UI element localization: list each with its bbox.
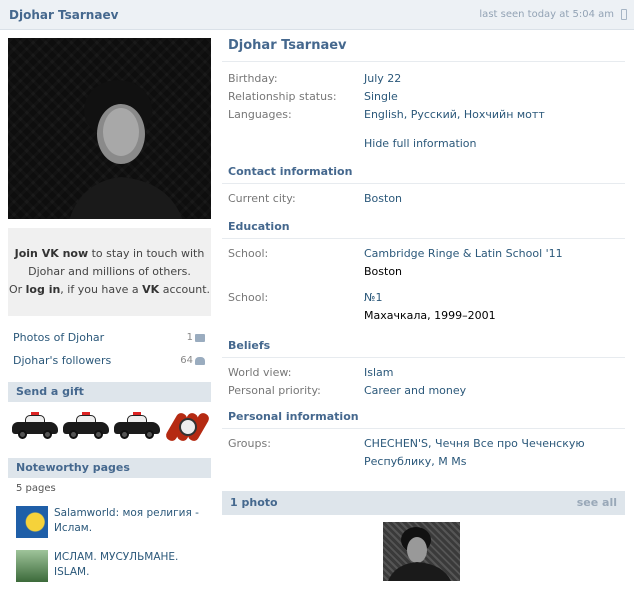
vk-brand: VK [142, 283, 160, 296]
photos-of-label: Photos of Djohar [13, 331, 105, 344]
join-text: to stay in touch with [88, 247, 205, 260]
school1-value[interactable]: Cambridge Ringe & Latin School '11 [364, 247, 563, 260]
join-text-3a: Or [8, 283, 26, 296]
photos-count: 1 [186, 332, 193, 343]
birthday-value[interactable]: July 22 [364, 70, 401, 88]
school2-city: Махачкала, 1999–2001 [364, 309, 496, 322]
groups-value[interactable]: CHECHEN'S, Чечня Все про Чеченскую [364, 435, 585, 453]
noteworthy-header[interactable]: Noteworthy pages [8, 458, 211, 478]
city-label: Current city: [228, 192, 296, 205]
top-bar: Djohar Tsarnaev last seen today at 5:04 … [0, 0, 634, 30]
left-column: Join VK now to stay in touch with Djohar… [8, 38, 211, 588]
people-icon [195, 356, 205, 365]
relationship-value[interactable]: Single [364, 88, 398, 106]
world-view-value[interactable]: Islam [364, 364, 394, 382]
join-text-3b: , if you have a [60, 283, 143, 296]
school1-city: Boston [364, 265, 403, 278]
join-text-2: Djohar and millions of others. [28, 265, 191, 278]
photo-thumbnail[interactable] [383, 522, 460, 581]
hide-info-link[interactable]: Hide full information [364, 135, 477, 153]
pages-count: 5 pages [16, 483, 56, 494]
priority-label: Personal priority: [228, 384, 321, 397]
join-text-3c: account. [159, 283, 211, 296]
languages-value[interactable]: English, Русский, Нохчийн мотт [364, 106, 545, 124]
beliefs-header: Beliefs [222, 339, 625, 358]
photos-of-link[interactable]: Photos of Djohar 1 [8, 326, 211, 349]
login-link[interactable]: log in [26, 283, 61, 296]
languages-label: Languages: [228, 108, 292, 121]
groups-label: Groups: [228, 437, 271, 450]
person-silhouette [69, 80, 183, 219]
join-vk-box: Join VK now to stay in touch with Djohar… [8, 228, 211, 316]
list-item[interactable]: Salamworld: моя религия - Ислам. [8, 500, 211, 544]
education-header: Education [222, 220, 625, 239]
person-silhouette [388, 527, 451, 581]
school2-label: School: [228, 291, 269, 304]
page-title: ИСЛАМ. МУСУЛЬМАНЕ. [54, 551, 179, 563]
gift-list [8, 402, 211, 448]
world-view-label: World view: [228, 366, 292, 379]
contact-header: Contact information [222, 165, 625, 184]
join-vk-link[interactable]: Join VK now [15, 247, 89, 260]
profile-photo[interactable] [8, 38, 211, 219]
school1-label: School: [228, 247, 269, 260]
groups-value-2[interactable]: Республику, M Ms [364, 453, 585, 471]
police-car-gift-icon[interactable] [114, 411, 160, 439]
last-seen-status: last seen today at 5:04 am [479, 9, 614, 20]
personal-header: Personal information [222, 410, 625, 429]
dynamite-gift-icon[interactable] [164, 404, 211, 446]
school2-value[interactable]: №1 [364, 291, 382, 304]
followers-link[interactable]: Djohar's followers 64 [8, 349, 211, 372]
page-title-2: Ислам. [54, 522, 93, 534]
city-value[interactable]: Boston [364, 190, 402, 208]
page-owner-name[interactable]: Djohar Tsarnaev [9, 8, 118, 22]
photo-strip [222, 515, 625, 592]
followers-count: 64 [180, 355, 193, 366]
page-thumbnail [16, 506, 48, 538]
camera-icon [195, 333, 205, 342]
profile-name: Djohar Tsarnaev [222, 38, 625, 62]
page-thumbnail [16, 550, 48, 582]
phone-icon [621, 9, 627, 20]
priority-value[interactable]: Career and money [364, 382, 466, 400]
photos-count-header[interactable]: 1 photo [230, 491, 278, 515]
followers-label: Djohar's followers [13, 354, 112, 367]
list-item[interactable]: ИСЛАМ. МУСУЛЬМАНЕ. ISLAM. [8, 544, 211, 588]
page-title: Salamworld: моя религия - [54, 507, 199, 519]
birthday-label: Birthday: [228, 72, 278, 85]
police-car-gift-icon[interactable] [63, 411, 109, 439]
relationship-label: Relationship status: [228, 90, 337, 103]
see-all-link[interactable]: see all [577, 491, 617, 515]
photos-header-bar: 1 photo see all [222, 491, 625, 515]
police-car-gift-icon[interactable] [12, 411, 58, 439]
right-column: Djohar Tsarnaev Birthday: July 22 Relatio… [222, 38, 625, 592]
page-title-2: ISLAM. [54, 566, 90, 578]
send-gift-header[interactable]: Send a gift [8, 382, 211, 402]
